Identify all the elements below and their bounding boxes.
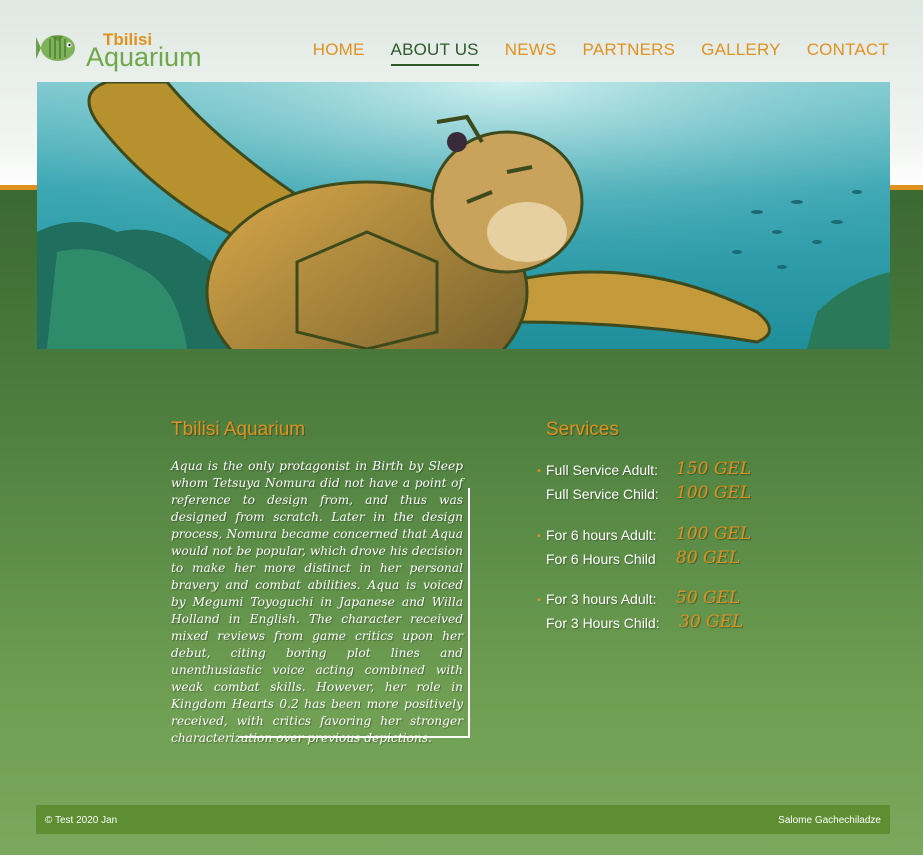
service-label: For 6 hours Adult: <box>546 527 657 543</box>
logo-text-bottom: Aquarium <box>86 42 202 72</box>
copyright-text: © Test 2020 Jan <box>45 815 118 826</box>
about-paragraph: Aqua is the only protagonist in Birth by… <box>171 459 463 745</box>
about-frame-bottom <box>238 736 470 738</box>
nav-about-us[interactable]: ABOUT US <box>378 40 492 66</box>
service-label: Full Service Child: <box>546 486 659 502</box>
service-label: For 3 hours Adult: <box>546 591 657 607</box>
service-price: 50 GEL <box>676 588 741 608</box>
site-logo[interactable]: Tbilisi Aquarium <box>36 27 216 73</box>
service-price: 100 GEL <box>676 483 752 503</box>
author-credit: Salome Gachechiladze <box>778 815 881 826</box>
service-label: For 3 Hours Child: <box>546 615 660 631</box>
about-title: Tbilisi Aquarium <box>171 419 306 440</box>
nav-gallery[interactable]: GALLERY <box>688 40 794 66</box>
main-nav: HOME ABOUT US NEWS PARTNERS GALLERY CONT… <box>300 40 889 66</box>
services-title: Services <box>546 419 619 440</box>
bullet-icon: • <box>536 531 542 542</box>
bullet-icon: • <box>536 595 542 606</box>
sea-turtle-illustration <box>37 82 890 349</box>
nav-news[interactable]: NEWS <box>492 40 570 66</box>
bullet-icon: • <box>536 466 542 477</box>
fish-logo-icon <box>36 35 75 61</box>
nav-contact[interactable]: CONTACT <box>794 40 889 66</box>
service-price: 150 GEL <box>676 459 752 479</box>
nav-partners[interactable]: PARTNERS <box>570 40 689 66</box>
hero-image <box>37 82 890 349</box>
about-frame-right <box>468 488 470 738</box>
service-label: Full Service Adult: <box>546 462 659 478</box>
service-label: For 6 Hours Child <box>546 551 656 567</box>
service-price: 80 GEL <box>676 548 741 568</box>
service-price: 100 GEL <box>676 524 752 544</box>
site-footer: © Test 2020 Jan Salome Gachechiladze <box>36 805 890 834</box>
service-price: 30 GEL <box>679 612 744 632</box>
nav-home[interactable]: HOME <box>300 40 378 66</box>
